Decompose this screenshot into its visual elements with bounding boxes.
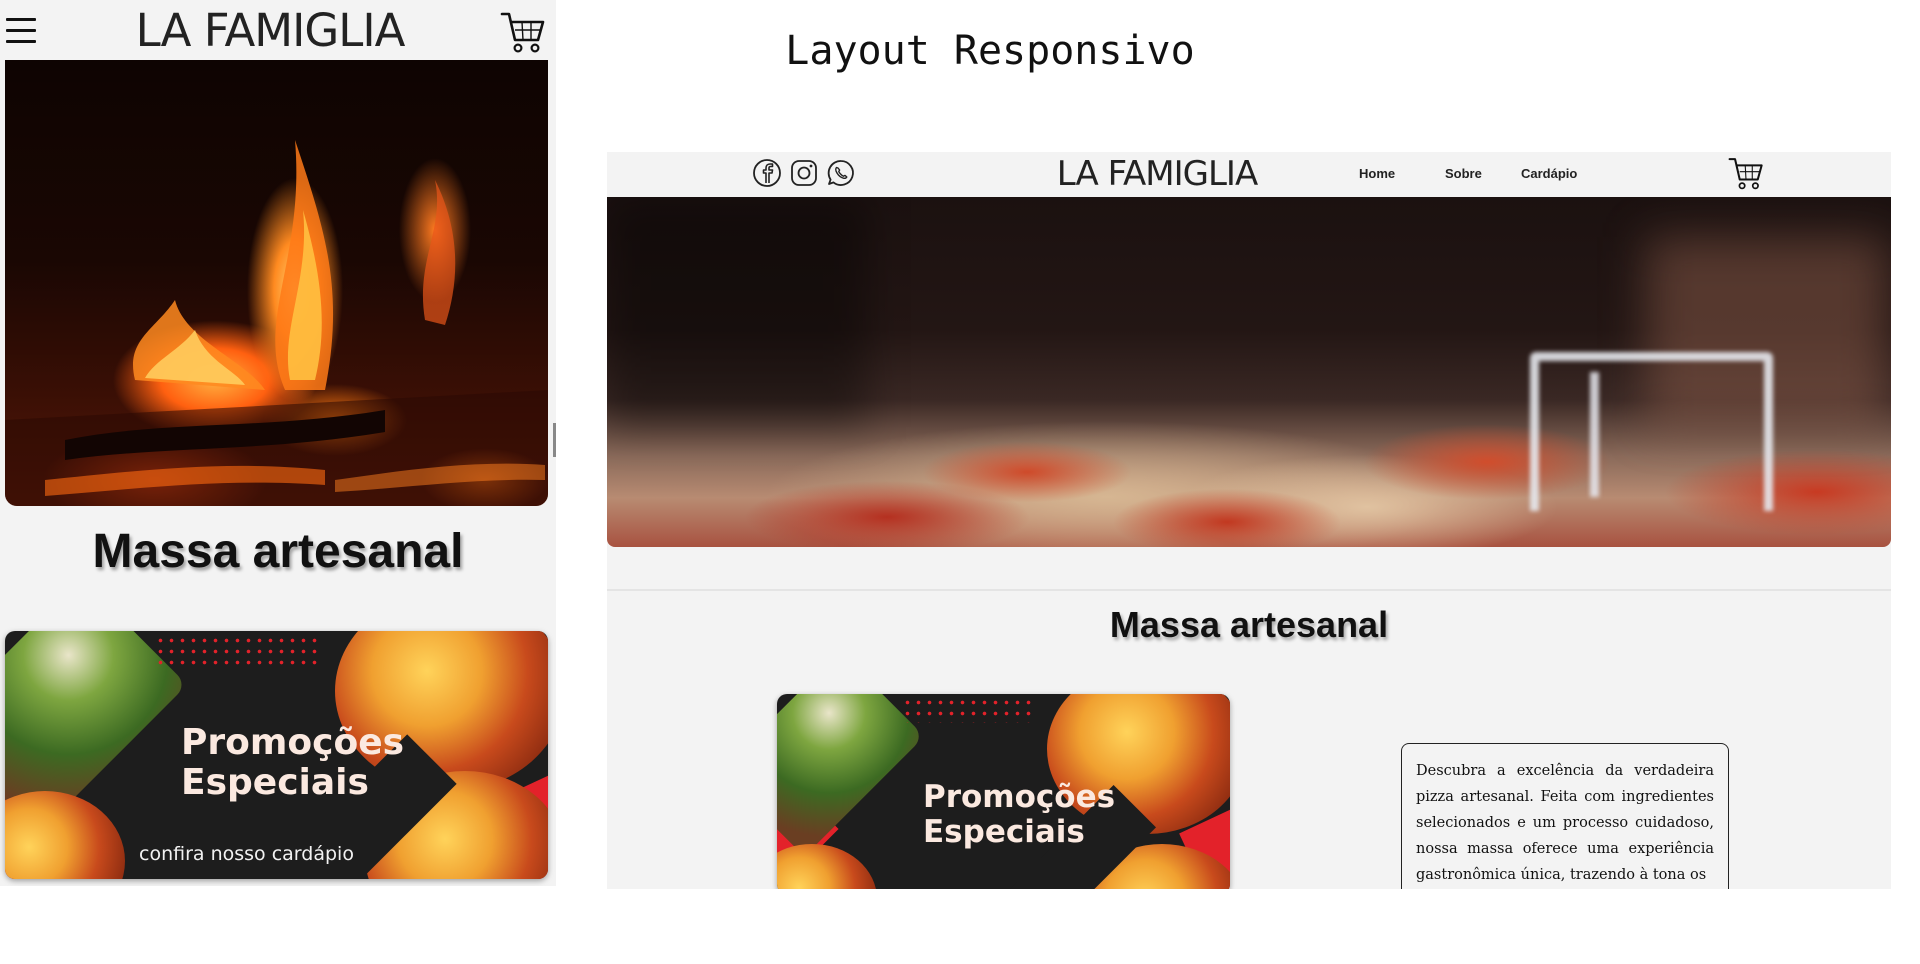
mobile-promo-banner[interactable]: Promoções Especiais confira nosso cardáp… — [5, 631, 548, 879]
nav-link-home[interactable]: Home — [1359, 166, 1395, 181]
promo-subtitle: confira nosso cardápio — [139, 843, 354, 865]
mobile-layout-mockup: LA FAMIGLIA Massa artesanal Promoções Es… — [0, 0, 556, 886]
shopping-cart-icon[interactable] — [1728, 156, 1764, 192]
mobile-brand-logo[interactable]: LA FAMIGLIA — [0, 4, 540, 57]
pizza-stand-image — [1530, 352, 1773, 511]
promo-pizza-image — [5, 791, 125, 879]
promo-title-line2: Especiais — [923, 813, 1085, 850]
promo-title-line1: Promoções — [923, 779, 1116, 815]
whatsapp-icon[interactable] — [826, 158, 856, 188]
mobile-header: LA FAMIGLIA — [0, 0, 556, 60]
promo-dot-pattern — [155, 635, 320, 665]
promo-title-line2: Especiais — [181, 762, 369, 804]
facebook-icon[interactable] — [752, 158, 782, 188]
nav-link-cardapio[interactable]: Cardápio — [1521, 166, 1577, 181]
desktop-layout-mockup: LA FAMIGLIA Home Sobre Cardápio Massa ar… — [607, 152, 1891, 889]
nav-link-sobre[interactable]: Sobre — [1445, 166, 1482, 181]
shopping-cart-icon[interactable] — [500, 10, 546, 56]
section-divider — [607, 589, 1891, 591]
mobile-hero-fireplace-image — [5, 60, 548, 506]
desktop-promo-banner[interactable]: Promoções Especiais — [777, 694, 1230, 889]
promo-dot-pattern — [902, 697, 1037, 723]
promo-pizza-image — [777, 844, 877, 889]
desktop-brand-logo[interactable]: LA FAMIGLIA — [957, 154, 1357, 194]
promo-title-line1: Promoções — [181, 722, 405, 763]
instagram-icon[interactable] — [789, 158, 819, 188]
desktop-hero-pizza-image — [607, 197, 1891, 547]
desktop-section-title: Massa artesanal — [1109, 604, 1389, 645]
description-card: Descubra a excelência da verdadeira pizz… — [1401, 743, 1729, 889]
mobile-scrollbar[interactable] — [553, 423, 556, 457]
page-title: Layout Responsivo — [785, 28, 1195, 74]
desktop-header: LA FAMIGLIA Home Sobre Cardápio — [607, 152, 1891, 197]
mobile-section-title: Massa artesanal — [92, 525, 464, 578]
